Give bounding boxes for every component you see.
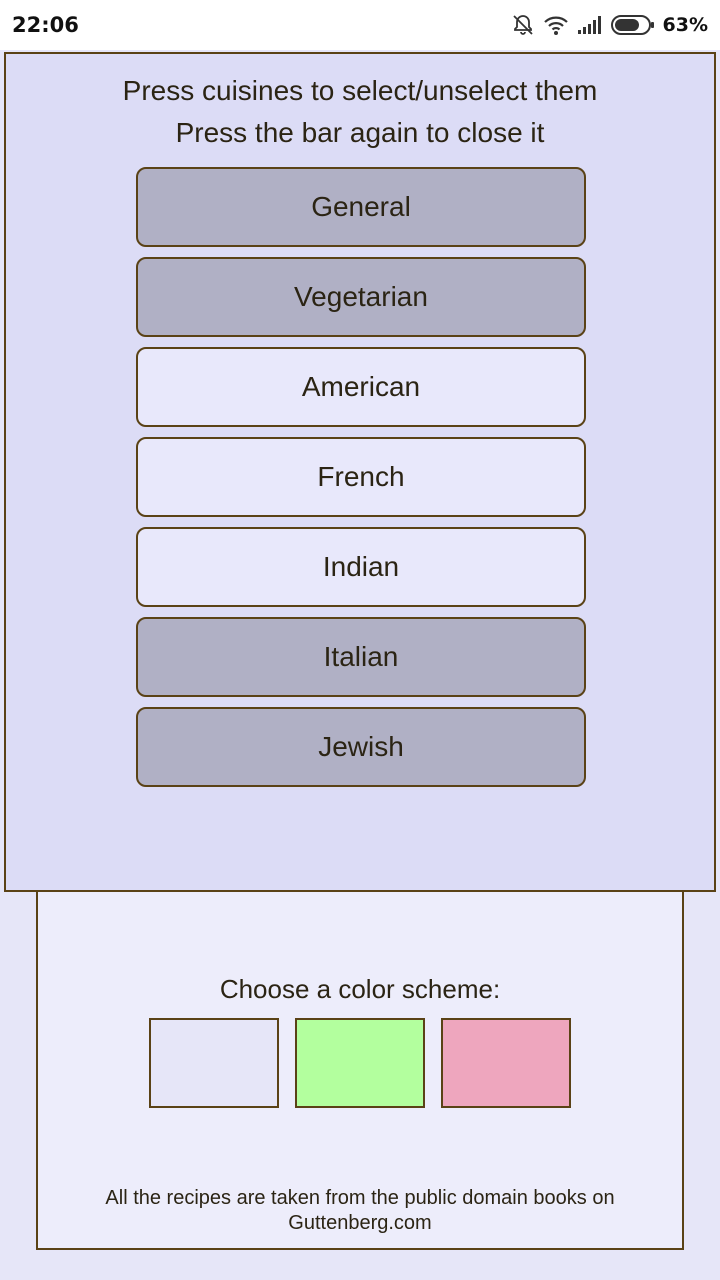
- cuisine-button-jewish[interactable]: Jewish: [136, 707, 586, 787]
- color-scheme-label: Choose a color scheme:: [219, 974, 501, 1004]
- instruction-line-1: Press cuisines to select/unselect them: [122, 75, 598, 106]
- battery-percent: 63%: [662, 14, 708, 36]
- cuisine-button-italian[interactable]: Italian: [136, 617, 586, 697]
- cuisine-label: Indian: [322, 551, 400, 582]
- settings-panel: Choose a color scheme: All the recipes a…: [36, 860, 684, 1250]
- cuisine-label: Italian: [323, 641, 399, 672]
- cuisine-button-indian[interactable]: Indian: [136, 527, 586, 607]
- attribution-line-2: Guttenberg.com: [288, 1212, 432, 1234]
- signal-icon: [577, 14, 603, 36]
- cuisine-button-american[interactable]: American: [136, 347, 586, 427]
- cuisine-label: Jewish: [318, 731, 404, 762]
- cuisine-label: French: [317, 461, 405, 492]
- battery-icon: [610, 14, 655, 36]
- status-time: 22:06: [12, 13, 79, 37]
- color-scheme-pink-button[interactable]: [441, 1018, 571, 1108]
- cuisine-button-french[interactable]: French: [136, 437, 586, 517]
- cuisine-label: General: [311, 191, 411, 222]
- attribution-text: All the recipes are taken from the publi…: [58, 1186, 662, 1236]
- color-scheme-lavender-button[interactable]: [149, 1018, 279, 1108]
- instructions: Press cuisines to select/unselect them P…: [6, 70, 714, 154]
- attribution-line-1: All the recipes are taken from the publi…: [105, 1187, 615, 1209]
- cuisine-button-general[interactable]: General: [136, 167, 586, 247]
- notifications-off-icon: [511, 13, 535, 37]
- color-scheme-green-button[interactable]: [295, 1018, 425, 1108]
- status-icons: 63%: [511, 13, 708, 37]
- cuisine-selection-panel: Press cuisines to select/unselect them P…: [4, 52, 716, 892]
- cuisine-label: Vegetarian: [294, 281, 428, 312]
- cuisine-button-vegetarian[interactable]: Vegetarian: [136, 257, 586, 337]
- wifi-icon: [543, 14, 569, 36]
- instruction-line-2: Press the bar again to close it: [175, 117, 545, 148]
- cuisine-label: American: [301, 371, 421, 402]
- cuisine-list: General Vegetarian American French India…: [136, 167, 586, 797]
- status-bar: 22:06 63%: [0, 0, 720, 50]
